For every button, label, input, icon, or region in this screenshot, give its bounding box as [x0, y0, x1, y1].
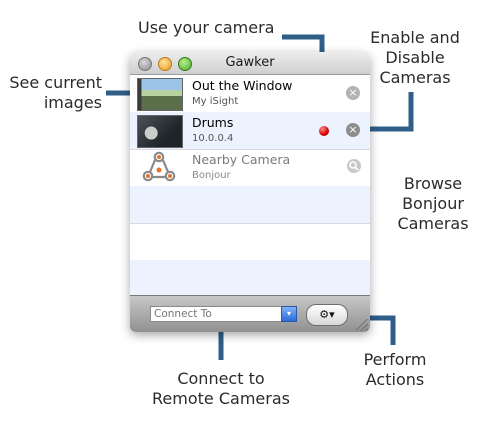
camera-row-out-the-window[interactable]: Out the Window My iSight × — [130, 75, 370, 113]
camera-detail: 10.0.0.4 — [192, 133, 234, 144]
camera-thumbnail — [137, 78, 183, 111]
camera-name: Nearby Camera — [192, 152, 291, 167]
camera-detail: My iSight — [192, 96, 239, 107]
callout-browse: Browse Bonjour Cameras — [397, 174, 469, 233]
window-title: Gawker — [225, 55, 275, 70]
action-menu-button[interactable]: ⚙▾ — [306, 304, 348, 326]
camera-name: Drums — [192, 115, 234, 130]
camera-detail: Bonjour — [192, 170, 231, 181]
recording-indicator-icon — [319, 126, 329, 136]
combo-dropdown-icon[interactable]: ▾ — [281, 306, 297, 322]
connect-to-combo[interactable]: ▾ — [150, 306, 297, 322]
disable-camera-icon[interactable]: × — [346, 123, 360, 137]
disable-camera-icon[interactable]: × — [346, 86, 360, 100]
callout-see-current: See current images — [9, 73, 102, 112]
connect-to-input[interactable] — [151, 307, 280, 321]
camera-name: Out the Window — [192, 78, 293, 93]
gawker-window: Gawker Out the Window My iSight × Drums … — [130, 52, 370, 332]
callout-use-camera: Use your camera — [138, 18, 275, 37]
bonjour-icon — [142, 151, 176, 182]
camera-row-nearby[interactable]: Nearby Camera Bonjour — [130, 149, 370, 187]
camera-row-drums[interactable]: Drums 10.0.0.4 × — [130, 112, 370, 150]
empty-row — [130, 260, 370, 295]
empty-row — [130, 223, 370, 261]
magnifier-icon[interactable] — [346, 158, 362, 174]
title-bar[interactable]: Gawker — [130, 52, 370, 75]
callout-connect: Connect to Remote Cameras — [152, 369, 290, 408]
callout-enable-disable: Enable and Disable Cameras — [370, 28, 460, 87]
bottom-toolbar: ▾ ⚙▾ — [130, 295, 370, 332]
empty-row — [130, 186, 370, 224]
callout-perform: Perform Actions — [363, 350, 427, 389]
resize-grip-icon[interactable] — [356, 319, 368, 331]
camera-thumbnail — [137, 115, 183, 148]
camera-list: Out the Window My iSight × Drums 10.0.0.… — [130, 75, 370, 295]
